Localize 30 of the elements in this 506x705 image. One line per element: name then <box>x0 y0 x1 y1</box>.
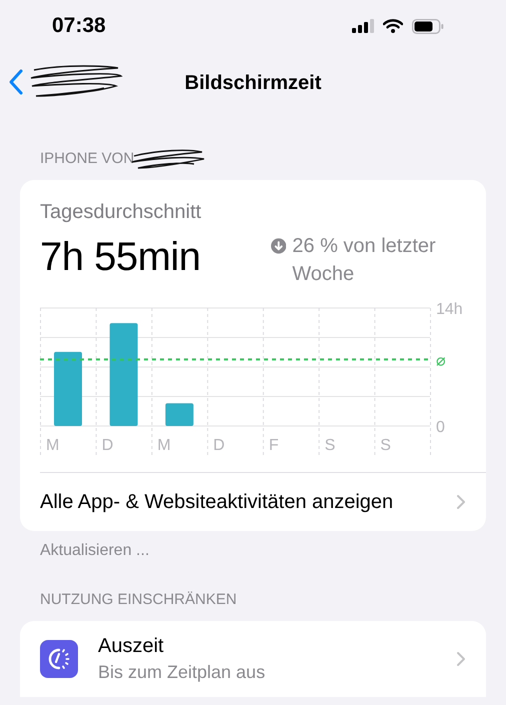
change-text: 26 % von letzter Woche <box>292 234 437 287</box>
row-title: Auszeit <box>98 635 165 658</box>
activity-link[interactable]: Alle App- & Websiteaktivitäten anzeigen <box>40 472 486 531</box>
moon-clock-icon <box>40 640 78 678</box>
chevron-icon <box>456 494 466 510</box>
row-subtitle: Bis zum Zeitplan aus <box>98 662 266 683</box>
axis-label: M <box>157 437 171 454</box>
signal-icon <box>352 19 374 33</box>
back-chevron-icon[interactable] <box>8 68 24 96</box>
section-header: IPHONE VON <box>40 150 134 166</box>
average-label: Tagesdurchschnitt <box>40 200 202 224</box>
wifi-icon <box>383 19 403 33</box>
screen-title: Bildschirmzeit <box>184 72 322 95</box>
axis-label: 0 <box>436 419 445 436</box>
axis-label: D <box>213 437 225 454</box>
footer-note: Aktualisieren ... <box>40 542 150 559</box>
axis-label: S <box>380 437 391 454</box>
axis-label: S <box>324 437 336 454</box>
section-header: NUTZUNG EINSCHRÄNKEN <box>40 590 237 608</box>
axis-label: 14h <box>436 301 463 318</box>
chevron-icon <box>456 651 466 667</box>
average-symbol: ⌀ <box>436 352 446 370</box>
average-value: 7h 55min <box>40 234 202 281</box>
axis-label: D <box>102 437 114 454</box>
axis-label: M <box>46 437 60 454</box>
axis-label: F <box>268 437 279 454</box>
status-time: 07:38 <box>52 14 106 38</box>
battery-icon <box>412 18 444 34</box>
limit-row[interactable]: Auszeit Bis zum Zeitplan aus <box>20 621 486 697</box>
bar <box>165 403 194 426</box>
